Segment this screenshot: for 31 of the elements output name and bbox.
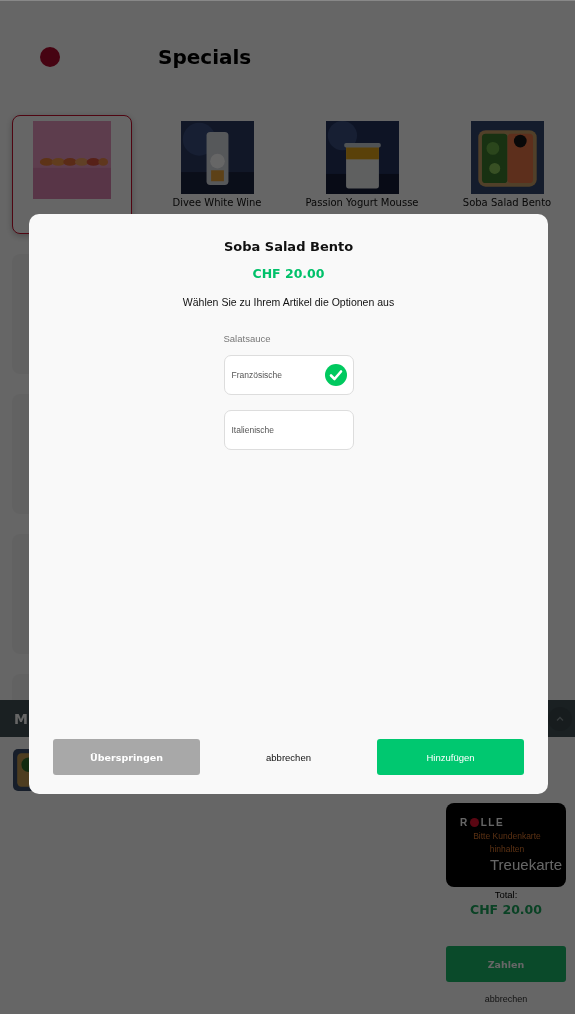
option-label: Italienische — [231, 425, 275, 435]
cancel-link[interactable]: abbrechen — [484, 994, 528, 1004]
brand-text: R — [460, 817, 469, 828]
order-bar-title: M — [14, 710, 28, 727]
skip-button[interactable]: Überspringen — [53, 739, 200, 775]
product-name: Divee White Wine — [172, 197, 262, 208]
dialog-price: CHF 20.00 — [252, 266, 325, 281]
dialog-instruction: Wählen Sie zu Ihrem Artikel die Optionen aus — [182, 296, 395, 308]
product-card[interactable]: Passion Yogurt Mousse — [302, 115, 422, 234]
product-name: Passion Yogurt Mousse — [305, 197, 419, 208]
card-label: Treuekarte — [490, 856, 562, 873]
option-group-label: Salatsauce — [223, 333, 272, 344]
product-name: Soba Salad Bento — [462, 197, 552, 208]
cancel-button[interactable]: abbrechen — [260, 739, 317, 775]
dialog-title: Soba Salad Bento — [223, 239, 354, 254]
check-icon — [324, 364, 347, 386]
add-button[interactable]: Hinzufügen — [377, 739, 524, 775]
loyalty-card[interactable]: R LLE Bitte Kundenkarte hinhalten Treuekarte — [446, 803, 566, 887]
product-card[interactable]: Soba Salad Bento — [447, 115, 567, 234]
brand-text: LLE — [480, 817, 505, 828]
logo-dot-icon — [40, 46, 60, 67]
product-card[interactable]: Divee White Wine — [157, 115, 277, 234]
option-label: Französische — [231, 370, 283, 380]
total-amount: CHF 20.00 — [469, 902, 543, 917]
option-button[interactable]: Französische — [223, 355, 354, 395]
pay-button[interactable]: Zahlen — [446, 946, 566, 982]
total-label: Total: — [494, 889, 518, 900]
card-prompt: Bitte Kundenkarte hinhalten — [472, 830, 542, 856]
dot-icon — [469, 818, 479, 827]
page-title: Specials — [158, 44, 252, 69]
option-button[interactable]: Italienische — [223, 410, 354, 450]
